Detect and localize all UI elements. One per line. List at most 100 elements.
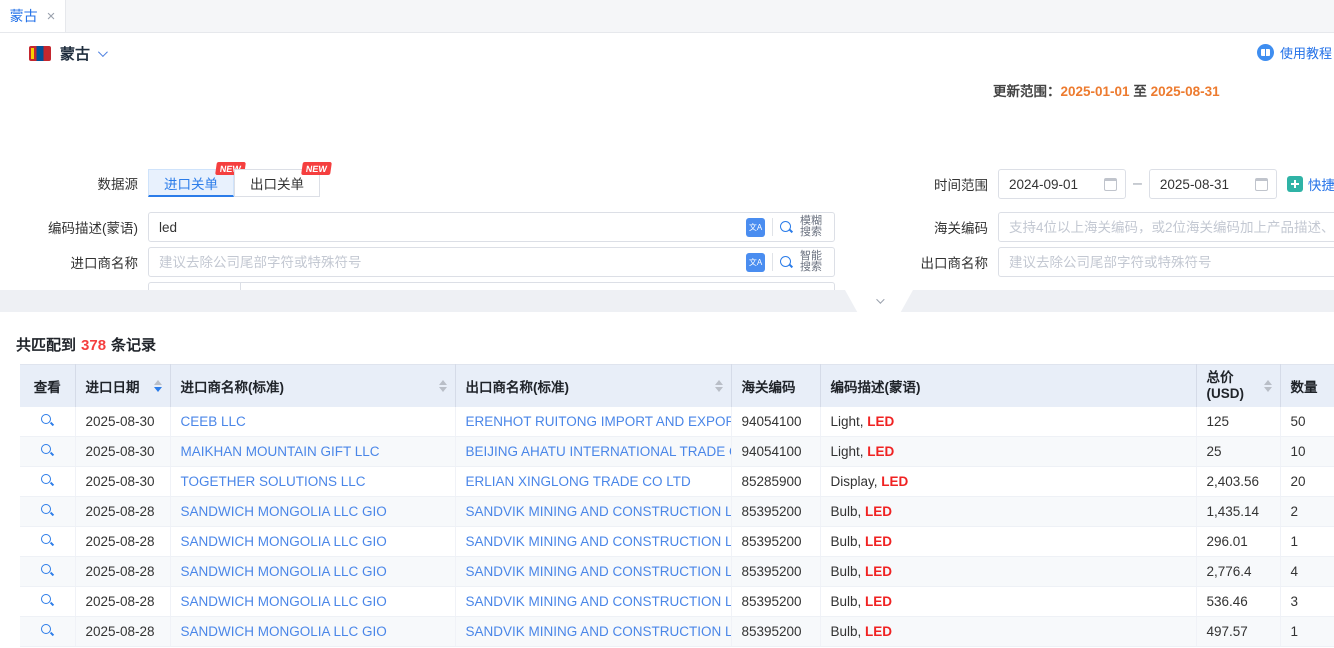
exporter-link[interactable]: SANDVIK MINING AND CONSTRUCTION L... [466, 594, 732, 609]
match-count: 378 [81, 337, 106, 354]
hs-code-input[interactable] [999, 213, 1334, 241]
view-record-icon[interactable] [40, 443, 54, 457]
tab-mongolia[interactable]: 蒙古 × [0, 0, 66, 32]
quantity: 3 [1291, 594, 1299, 609]
col-exporter[interactable]: 出口商名称(标准) [455, 365, 731, 407]
importer-link[interactable]: SANDWICH MONGOLIA LLC GIO [181, 624, 387, 639]
importer-field: 智能搜索 [148, 247, 835, 277]
importer-link[interactable]: SANDWICH MONGOLIA LLC GIO [181, 594, 387, 609]
start-date-input[interactable] [998, 169, 1126, 199]
view-record-icon[interactable] [40, 563, 54, 577]
results-table: 查看 进口日期 进口商名称(标准) 出口商名称(标准) 海关编码 编码描述(蒙语… [20, 364, 1334, 647]
view-record-icon[interactable] [40, 413, 54, 427]
led-keyword: LED [867, 414, 894, 429]
exporter-link[interactable]: ERENHOT RUITONG IMPORT AND EXPORT ... [466, 414, 732, 429]
calendar-icon [1104, 178, 1117, 191]
data-source-label: 数据源 [20, 173, 138, 193]
hs-code: 94054100 [742, 414, 802, 429]
tutorial-label: 使用教程 [1280, 43, 1332, 62]
view-record-icon[interactable] [40, 503, 54, 517]
table-row: 2025-08-28 SANDWICH MONGOLIA LLC GIO SAN… [20, 557, 1334, 587]
code-desc: Bulb, [831, 504, 862, 519]
translate-icon[interactable] [746, 218, 765, 237]
sort-icon [709, 380, 723, 392]
export-declarations-tab[interactable]: 出口关单 NEW [234, 169, 320, 197]
exporter-link[interactable]: BEIJING AHATU INTERNATIONAL TRADE C... [466, 444, 732, 459]
table-row: 2025-08-30 CEEB LLC ERENHOT RUITONG IMPO… [20, 407, 1334, 437]
code-desc: Bulb, [831, 594, 862, 609]
led-keyword: LED [865, 594, 892, 609]
exporter-link[interactable]: SANDVIK MINING AND CONSTRUCTION L... [466, 564, 732, 579]
code-desc: Display, [831, 474, 878, 489]
smart-search-icon[interactable] [780, 256, 793, 269]
code-desc: Bulb, [831, 564, 862, 579]
hs-code: 85395200 [742, 624, 802, 639]
led-keyword: LED [865, 534, 892, 549]
view-record-icon[interactable] [40, 623, 54, 637]
total-price: 536.46 [1207, 594, 1248, 609]
end-date-input[interactable] [1149, 169, 1277, 199]
time-range-label: 时间范围 [880, 174, 988, 194]
col-total-price[interactable]: 总价 (USD) [1196, 365, 1280, 407]
importer-input[interactable] [149, 248, 746, 276]
col-importer[interactable]: 进口商名称(标准) [170, 365, 455, 407]
collapse-form-button[interactable] [845, 290, 913, 312]
quick-select-icon [1287, 176, 1303, 192]
led-keyword: LED [865, 624, 892, 639]
view-record-icon[interactable] [40, 473, 54, 487]
country-title: 蒙古 [60, 43, 90, 64]
fuzzy-search-icon[interactable] [780, 221, 793, 234]
date-separator: – [1133, 175, 1142, 193]
mongolia-flag-icon [29, 46, 51, 61]
exporter-input[interactable] [999, 248, 1334, 276]
results-panel: 共匹配到378条记录 查看 进口日期 进口商名称(标准) 出口商名称(标准) 海… [0, 312, 1334, 648]
view-record-icon[interactable] [40, 593, 54, 607]
tab-title: 蒙古 [10, 6, 38, 26]
importer-link[interactable]: SANDWICH MONGOLIA LLC GIO [181, 534, 387, 549]
code-desc: Light, [831, 414, 864, 429]
table-body: 2025-08-30 CEEB LLC ERENHOT RUITONG IMPO… [20, 407, 1334, 647]
exporter-link[interactable]: SANDVIK MINING AND CONSTRUCTION L... [466, 504, 732, 519]
importer-link[interactable]: CEEB LLC [181, 414, 246, 429]
sort-icon [433, 380, 447, 392]
country-dropdown-chevron-icon[interactable] [98, 47, 108, 57]
col-import-date[interactable]: 进口日期 [75, 365, 170, 407]
view-record-icon[interactable] [40, 533, 54, 547]
exporter-link[interactable]: ERLIAN XINGLONG TRADE CO LTD [466, 474, 691, 489]
smart-search-label[interactable]: 智能搜索 [800, 251, 826, 274]
quantity: 10 [1291, 444, 1306, 459]
importer-link[interactable]: TOGETHER SOLUTIONS LLC [181, 474, 366, 489]
import-date: 2025-08-28 [86, 534, 155, 549]
close-tab-icon[interactable]: × [47, 8, 56, 25]
fuzzy-search-label[interactable]: 模糊搜索 [800, 216, 826, 239]
import-date: 2025-08-28 [86, 564, 155, 579]
tutorial-link[interactable]: 使用教程 [1257, 43, 1332, 62]
form-collapse-band [0, 290, 1334, 312]
quick-select-button[interactable]: 快捷 [1287, 174, 1334, 194]
calendar-icon [1255, 178, 1268, 191]
importer-link[interactable]: MAIKHAN MOUNTAIN GIFT LLC [181, 444, 380, 459]
import-date: 2025-08-28 [86, 594, 155, 609]
window-tab-bar: 蒙古 × [0, 0, 1334, 33]
import-date: 2025-08-30 [86, 444, 155, 459]
code-desc-label: 编码描述(蒙语) [20, 217, 138, 237]
quantity: 1 [1291, 534, 1299, 549]
import-date: 2025-08-28 [86, 504, 155, 519]
import-date: 2025-08-28 [86, 624, 155, 639]
col-code-desc: 编码描述(蒙语) [820, 365, 1196, 407]
hs-code-label: 海关编码 [880, 217, 988, 237]
translate-icon[interactable] [746, 253, 765, 272]
code-desc-input[interactable] [149, 213, 746, 241]
exporter-link[interactable]: SANDVIK MINING AND CONSTRUCTION L... [466, 624, 732, 639]
table-row: 2025-08-30 TOGETHER SOLUTIONS LLC ERLIAN… [20, 467, 1334, 497]
update-end-date: 2025-08-31 [1151, 84, 1220, 99]
col-view: 查看 [20, 365, 75, 407]
sort-icon [1258, 380, 1272, 392]
import-declarations-tab[interactable]: 进口关单 NEW [148, 169, 234, 197]
hs-code: 85285900 [742, 474, 802, 489]
importer-link[interactable]: SANDWICH MONGOLIA LLC GIO [181, 504, 387, 519]
exporter-link[interactable]: SANDVIK MINING AND CONSTRUCTION L... [466, 534, 732, 549]
led-keyword: LED [865, 504, 892, 519]
importer-link[interactable]: SANDWICH MONGOLIA LLC GIO [181, 564, 387, 579]
table-row: 2025-08-30 MAIKHAN MOUNTAIN GIFT LLC BEI… [20, 437, 1334, 467]
